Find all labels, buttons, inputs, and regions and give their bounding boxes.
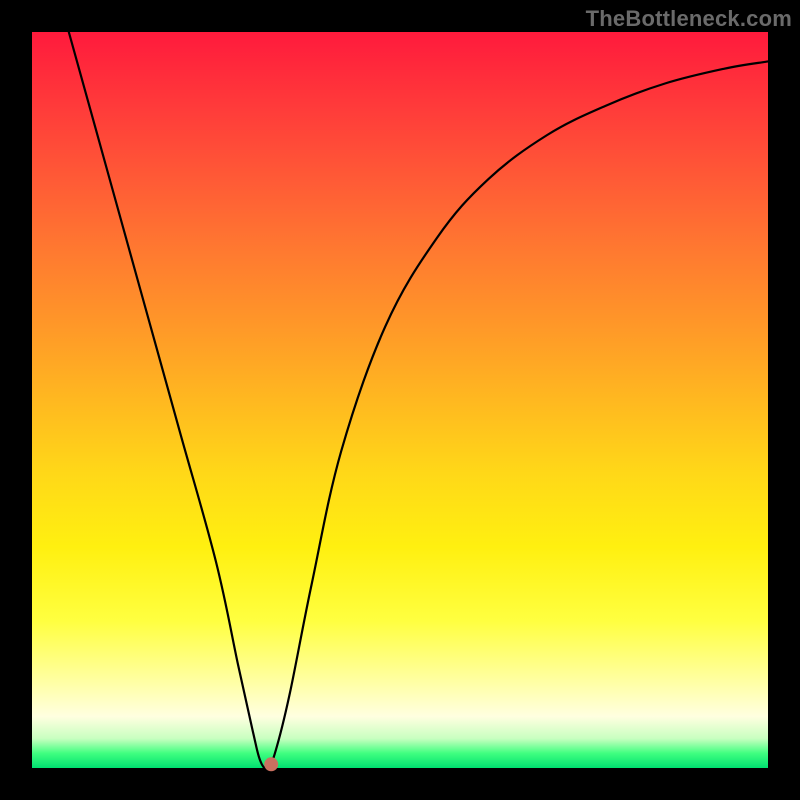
chart-svg — [32, 32, 768, 768]
chart-container: TheBottleneck.com — [0, 0, 800, 800]
watermark-text: TheBottleneck.com — [586, 6, 792, 32]
minimum-marker — [264, 757, 278, 771]
plot-area — [32, 32, 768, 768]
curve-line — [69, 32, 768, 768]
